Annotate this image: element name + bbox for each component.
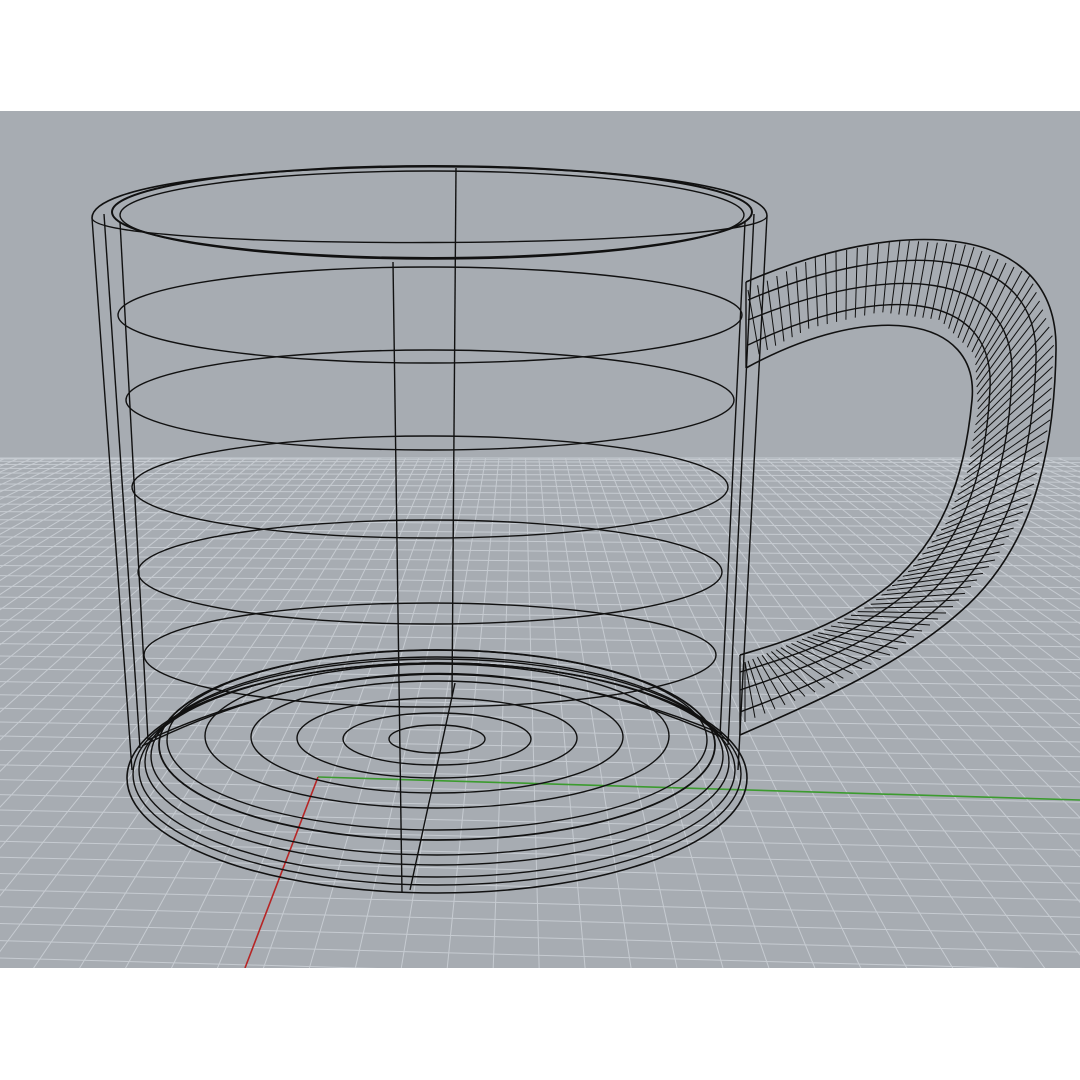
modeling-viewport[interactable]: [0, 111, 1080, 968]
grid-line: [0, 458, 1080, 461]
handle-isocurve: [835, 251, 838, 322]
